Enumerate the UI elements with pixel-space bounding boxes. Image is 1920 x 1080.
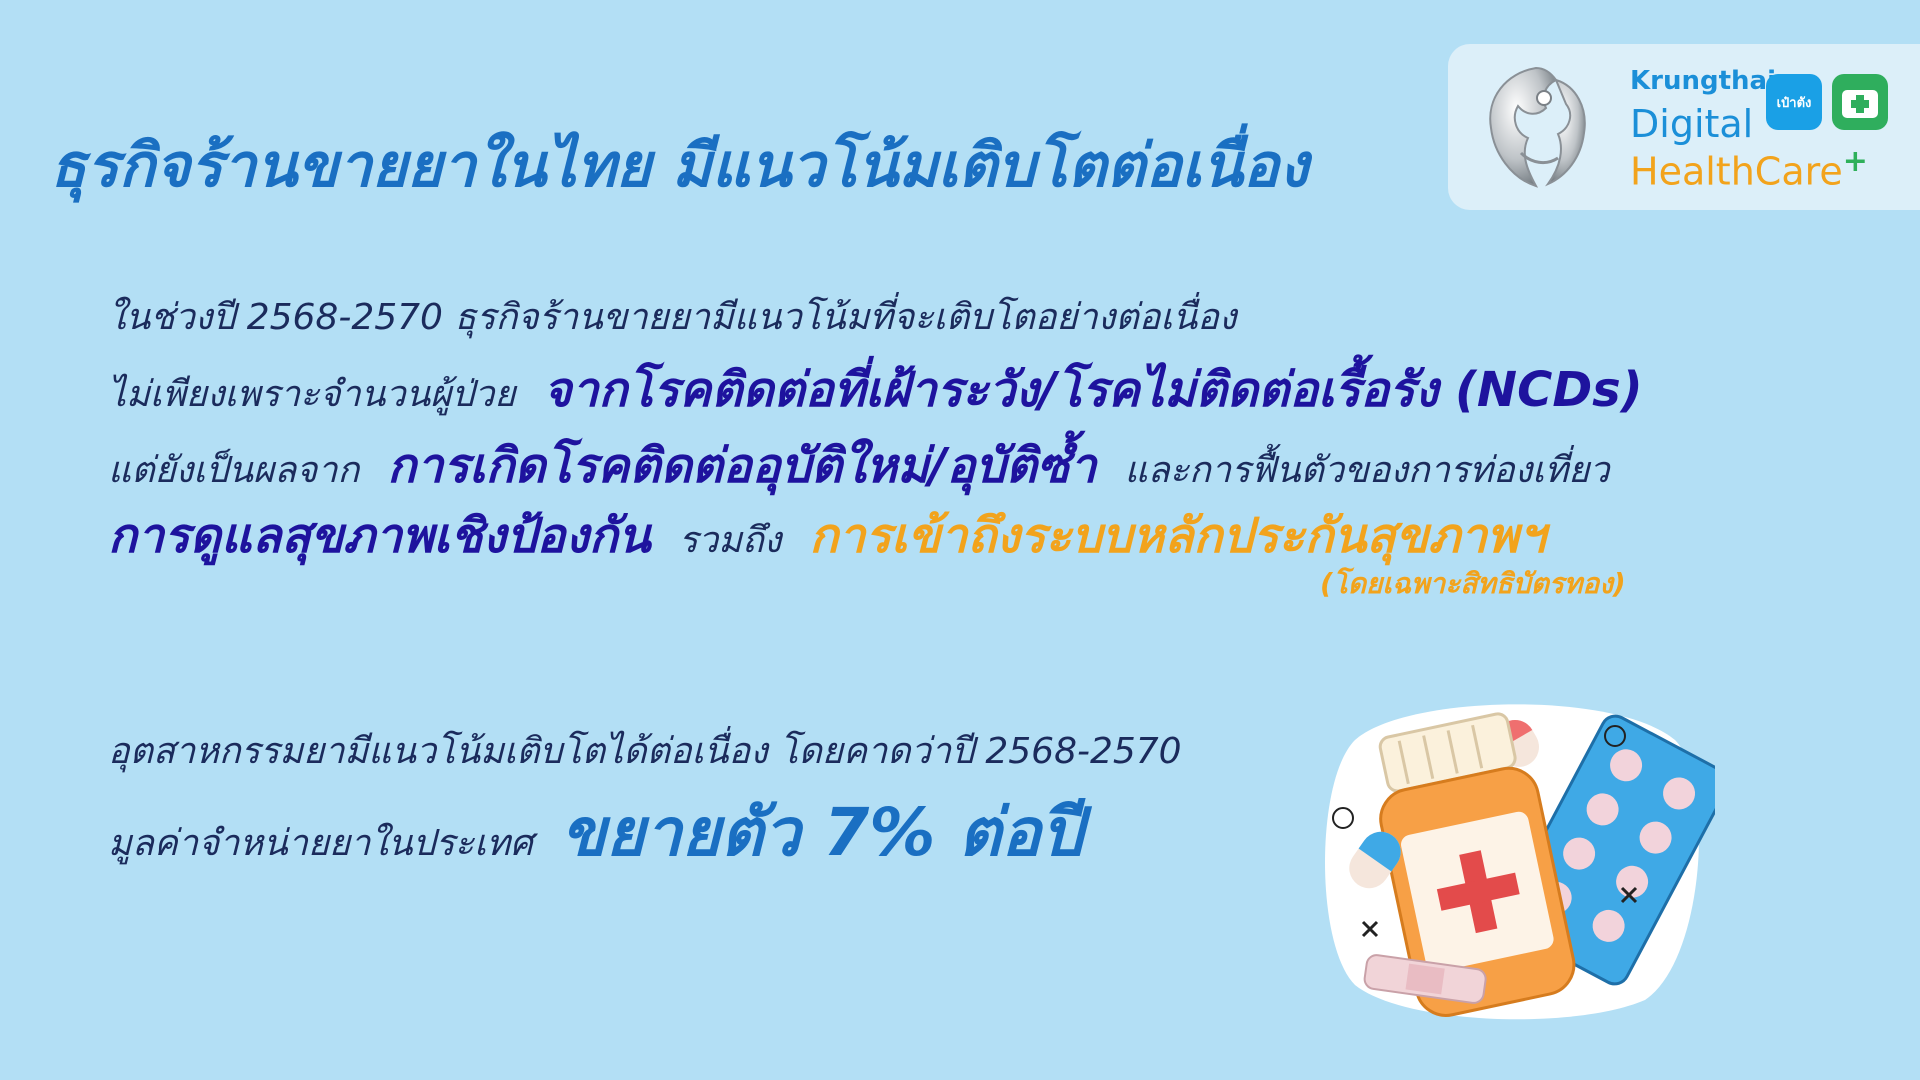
brand-plus-icon: + bbox=[1842, 144, 1868, 179]
para2-line2: มูลค่าจำหน่ายยาในประเทศ ขยายตัว 7% ต่อปี bbox=[108, 780, 1083, 885]
para1-line5: (โดยเฉพาะสิทธิบัตรทอง) bbox=[1320, 562, 1626, 606]
paotang-app-icon: เป๋าตัง bbox=[1766, 74, 1822, 130]
para1-line1-text: ในช่วงปี 2568-2570 ธุรกิจร้านขายยามีแนวโ… bbox=[108, 297, 1237, 338]
para1-line4-highlight: การดูแลสุขภาพเชิงป้องกัน bbox=[108, 508, 651, 564]
para1-line3: แต่ยังเป็นผลจาก การเกิดโรคติดต่ออุบัติใหม… bbox=[108, 428, 1610, 504]
para1-line3-tail: และการฟื้นตัวของการท่องเที่ยว bbox=[1124, 450, 1610, 491]
brand-healthcare-text: HealthCare bbox=[1630, 149, 1843, 194]
first-aid-icon bbox=[1832, 74, 1888, 130]
para1-line3-highlight: การเกิดโรคติดต่ออุบัติใหม่/อุบัติซ้ำ bbox=[387, 438, 1097, 494]
brand-digital: Digital bbox=[1630, 102, 1754, 146]
para1-line1: ในช่วงปี 2568-2570 ธุรกิจร้านขายยามีแนวโ… bbox=[108, 288, 1236, 345]
medicine-bottle-and-pills-icon bbox=[1325, 704, 1715, 1020]
krungthai-logo-card: Krungthai Digital HealthCare+ เป๋าตัง bbox=[1448, 44, 1920, 210]
para1-line2-highlight: จากโรคติดต่อที่เฝ้าระวัง/โรคไม่ติดต่อเรื… bbox=[543, 362, 1643, 418]
brand-healthcare: HealthCare+ bbox=[1630, 144, 1868, 194]
para1-line2-text: ไม่เพียงเพราะจำนวนผู้ป่วย bbox=[108, 374, 516, 415]
para2-line1-text: อุตสาหกรรมยามีแนวโน้มเติบโตได้ต่อเนื่อง … bbox=[108, 731, 1182, 772]
para2-line2-text: มูลค่าจำหน่ายยาในประเทศ bbox=[108, 823, 533, 864]
growth-highlight: ขยายตัว 7% ต่อปี bbox=[560, 794, 1083, 871]
para1-line2: ไม่เพียงเพราะจำนวนผู้ป่วย จากโรคติดต่อที่… bbox=[108, 352, 1643, 428]
medical-cross-icon bbox=[1842, 90, 1878, 118]
brand-krungthai: Krungthai bbox=[1630, 66, 1776, 96]
para1-line3-text: แต่ยังเป็นผลจาก bbox=[108, 450, 360, 491]
gold-card-note: (โดยเฉพาะสิทธิบัตรทอง) bbox=[1320, 567, 1626, 600]
para2-line1: อุตสาหกรรมยามีแนวโน้มเติบโตได้ต่อเนื่อง … bbox=[108, 722, 1182, 779]
paotang-label: เป๋าตัง bbox=[1776, 95, 1812, 111]
page-title: ธุรกิจร้านขายยาในไทย มีแนวโน้มเติบโตต่อเ… bbox=[50, 131, 1309, 201]
para1-line4-text: รวมถึง bbox=[678, 520, 782, 561]
para1-line4-gold: การเข้าถึงระบบหลักประกันสุขภาพฯ bbox=[809, 508, 1546, 564]
garuda-emblem-icon bbox=[1489, 66, 1586, 188]
